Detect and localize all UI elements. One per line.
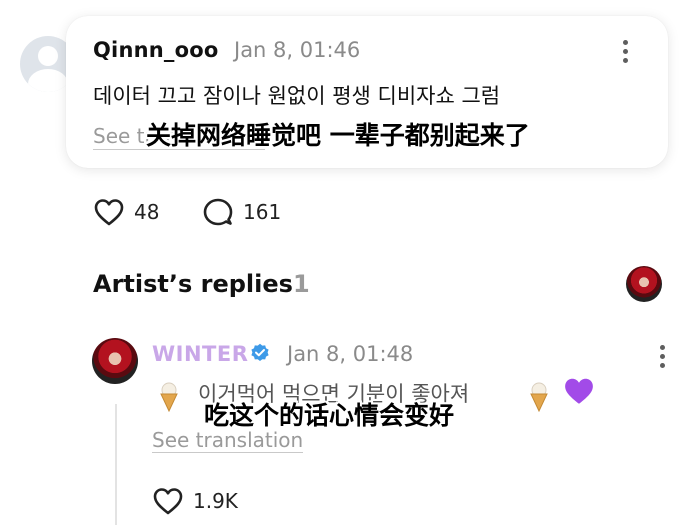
reply-like-count: 1.9K xyxy=(193,489,238,513)
comment-username[interactable]: Qinnn_ooo xyxy=(93,38,218,62)
reply-more-options-icon[interactable] xyxy=(652,345,672,371)
comment-button[interactable]: 161 xyxy=(203,198,281,226)
like-button[interactable]: 48 xyxy=(94,198,159,226)
avatar-head xyxy=(38,46,58,66)
heart-icon xyxy=(94,199,124,226)
comment-text: 데이터 끄고 잠이나 원없이 평생 디비자쇼 그럼 xyxy=(93,84,501,108)
artist-replies-count: 1 xyxy=(293,270,310,298)
avatar-body xyxy=(28,69,68,92)
comment-count: 161 xyxy=(243,200,282,224)
reply-avatar[interactable] xyxy=(92,338,138,384)
artist-replies-title: Artist’s replies xyxy=(93,270,293,298)
verified-badge-icon xyxy=(251,343,269,361)
like-count: 48 xyxy=(134,200,160,224)
comment-bubble-icon xyxy=(203,198,233,226)
comment-subtitle: 关掉网络睡觉吧 一辈子都别起来了 xyxy=(146,121,530,150)
reply-subtitle: 吃这个的话心情会变好 xyxy=(204,401,455,430)
comment-timestamp: Jan 8, 01:46 xyxy=(234,38,361,62)
reply-timestamp: Jan 8, 01:48 xyxy=(287,342,414,366)
reply-like-button[interactable]: 1.9K xyxy=(153,487,238,515)
artist-avatar-small[interactable] xyxy=(626,266,662,302)
ice-cream-icon xyxy=(528,382,550,419)
purple-heart-icon xyxy=(563,376,595,413)
reply-see-translation-link[interactable]: See translation xyxy=(152,428,304,453)
heart-icon xyxy=(153,488,183,515)
ice-cream-icon xyxy=(158,382,180,419)
more-options-icon[interactable] xyxy=(615,40,635,66)
thread-line xyxy=(115,404,117,525)
reply-username[interactable]: WINTER xyxy=(152,342,248,366)
